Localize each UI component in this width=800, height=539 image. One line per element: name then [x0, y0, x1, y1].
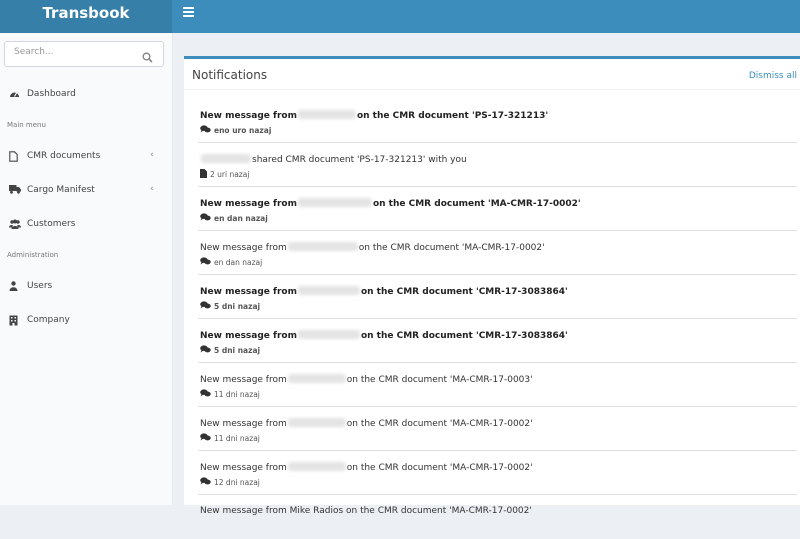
sidebar-item-users[interactable]: Users: [0, 275, 172, 299]
sidebar-item-label: CMR documents: [27, 151, 101, 161]
comments-icon: [200, 433, 211, 444]
redacted-name: [201, 154, 251, 163]
notification-text: New message from on the CMR document 'MA-…: [200, 462, 533, 473]
notification-text: New message from on the CMR document 'MA-…: [200, 374, 533, 385]
notification-item[interactable]: New message from on the CMR document 'MA-…: [184, 187, 800, 231]
comments-icon: [200, 125, 211, 136]
notification-text: New message from on the CMR document 'CMR…: [200, 330, 568, 341]
notification-text: New message from on the CMR document 'CMR…: [200, 286, 568, 297]
redacted-name: [297, 110, 356, 119]
notification-text: New message from Mike Radios on the CMR …: [200, 506, 532, 516]
search-icon[interactable]: [142, 48, 153, 67]
notifications-box: Notifications Dismiss all New message fr…: [184, 56, 800, 516]
notification-time: 11 dni nazaj: [200, 389, 260, 400]
redacted-name: [297, 198, 372, 207]
file-icon: [9, 151, 19, 162]
sidebar-item-label: Users: [27, 281, 53, 291]
comments-icon: [200, 301, 211, 312]
box-title: Notifications: [192, 68, 268, 82]
comments-icon: [200, 257, 211, 268]
comments-icon: [200, 213, 211, 224]
notification-time: 5 dni nazaj: [200, 345, 260, 356]
sidebar-item-cmr-documents[interactable]: CMR documents ‹: [0, 145, 172, 169]
redacted-name: [287, 242, 358, 251]
notification-text: New message from on the CMR document 'PS-…: [200, 110, 549, 121]
comments-icon: [200, 345, 211, 356]
notification-item[interactable]: New message from on the CMR document 'MA-…: [184, 407, 800, 451]
menu-toggle-icon[interactable]: [183, 7, 194, 17]
file-icon: [200, 169, 207, 180]
divider: [184, 89, 800, 90]
sidebar-item-dashboard[interactable]: Dashboard: [0, 83, 172, 107]
sidebar-search: [4, 41, 164, 67]
redacted-name: [287, 374, 346, 383]
comments-icon: [200, 477, 211, 488]
redacted-name: [287, 418, 346, 427]
dismiss-all-link[interactable]: Dismiss all: [749, 71, 797, 81]
redacted-name: [297, 286, 360, 295]
notification-time: 12 dni nazaj: [200, 477, 260, 488]
search-input[interactable]: [14, 47, 134, 57]
notification-item[interactable]: New message from on the CMR document 'MA-…: [184, 451, 800, 495]
notification-list: New message from on the CMR document 'PS-…: [184, 99, 800, 539]
notification-text: New message from on the CMR document 'MA-…: [200, 198, 581, 209]
notification-time: en dan nazaj: [200, 213, 268, 224]
notification-item[interactable]: New message from Mike Radios on the CMR …: [184, 495, 800, 539]
top-navbar: Transbook: [0, 0, 800, 33]
dashboard-icon: [9, 89, 19, 99]
sidebar-item-label: Dashboard: [27, 89, 76, 99]
building-icon: [9, 315, 19, 326]
notification-item[interactable]: New message from on the CMR document 'CMR…: [184, 275, 800, 319]
notification-item[interactable]: New message from on the CMR document 'MA-…: [184, 363, 800, 407]
sidebar-item-label: Cargo Manifest: [27, 185, 95, 195]
app-logo[interactable]: Transbook: [0, 0, 172, 33]
notification-time: eno uro nazaj: [200, 125, 271, 136]
notification-time: 2 uri nazaj: [200, 169, 249, 180]
notification-time: en dan nazaj: [200, 257, 262, 268]
truck-icon: [9, 185, 21, 195]
notification-text: New message from on the CMR document 'MA-…: [200, 418, 533, 429]
notification-time: 11 dni nazaj: [200, 433, 260, 444]
notification-item[interactable]: New message from on the CMR document 'PS-…: [184, 99, 800, 143]
chevron-left-icon: ‹: [150, 150, 154, 160]
sidebar: Dashboard Main menu CMR documents ‹ Carg…: [0, 33, 173, 505]
section-header-administration: Administration: [7, 251, 59, 259]
sidebar-item-company[interactable]: Company: [0, 309, 172, 333]
section-header-main-menu: Main menu: [7, 121, 46, 129]
sidebar-item-customers[interactable]: Customers: [0, 213, 172, 237]
sidebar-item-label: Customers: [27, 219, 76, 229]
sidebar-item-label: Company: [27, 315, 70, 325]
notification-item[interactable]: New message from on the CMR document 'CMR…: [184, 319, 800, 363]
notification-time: 5 dni nazaj: [200, 301, 260, 312]
chevron-left-icon: ‹: [150, 184, 154, 194]
redacted-name: [287, 462, 346, 471]
user-icon: [9, 281, 19, 291]
comments-icon: [200, 389, 211, 400]
notification-item[interactable]: New message from on the CMR document 'MA-…: [184, 231, 800, 275]
redacted-name: [297, 330, 360, 339]
notification-item[interactable]: shared CMR document 'PS-17-321213' with …: [184, 143, 800, 187]
notification-text: shared CMR document 'PS-17-321213' with …: [200, 154, 467, 165]
users-icon: [9, 219, 21, 229]
notification-text: New message from on the CMR document 'MA-…: [200, 242, 545, 253]
sidebar-item-cargo-manifest[interactable]: Cargo Manifest ‹: [0, 179, 172, 203]
